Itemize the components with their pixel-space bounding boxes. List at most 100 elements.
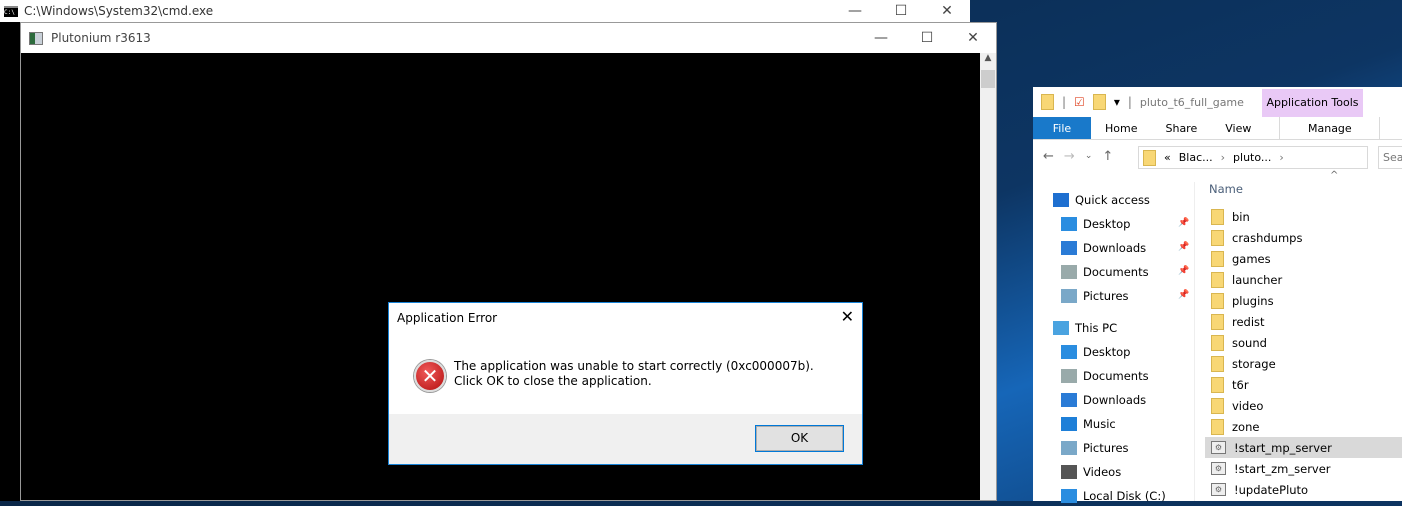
column-header-name[interactable]: Name — [1209, 182, 1243, 196]
file-list[interactable]: ^ Name bin crashdumps games launcher plugins… — [1205, 170, 1402, 501]
breadcrumb-separator-icon: › — [1220, 151, 1226, 164]
nav-item-documents[interactable]: Documents — [1061, 366, 1149, 386]
address-bar[interactable]: « Blac... › pluto... › ⌄ ↻ — [1138, 146, 1368, 169]
minimize-button[interactable]: — — [832, 3, 878, 19]
up-arrow-icon[interactable]: ↑ — [1102, 149, 1113, 164]
navigation-pane[interactable]: Quick access Desktop 📌 Downloads 📌 Documents 📌… — [1033, 182, 1195, 503]
file-name: storage — [1232, 356, 1276, 371]
tab-share[interactable]: Share — [1151, 117, 1211, 139]
nav-item-videos[interactable]: Videos — [1061, 462, 1121, 482]
dialog-close-button[interactable]: ✕ — [841, 307, 854, 326]
file-name: zone — [1232, 419, 1260, 434]
file-name: !updatePluto — [1234, 482, 1309, 497]
file-row[interactable]: sound — [1205, 332, 1402, 353]
nav-item-desktop[interactable]: Desktop — [1061, 214, 1130, 234]
music-icon — [1061, 417, 1077, 431]
nav-item-label: Downloads — [1083, 241, 1147, 255]
file-row[interactable]: ⚙ !updatePluto — [1205, 479, 1402, 500]
nav-item-desktop[interactable]: Desktop — [1061, 342, 1130, 362]
folder-icon — [1211, 250, 1224, 267]
dialog-title: Application Error — [397, 311, 498, 325]
minimize-button[interactable]: — — [858, 30, 904, 46]
plutonium-title-bar[interactable]: Plutonium r3613 — ☐ ✕ — [21, 23, 996, 53]
file-name: plugins — [1232, 293, 1274, 308]
application-tools-tab: Application Tools — [1262, 89, 1363, 117]
search-input[interactable]: Sea — [1378, 146, 1402, 169]
nav-item-label: Videos — [1083, 465, 1122, 479]
file-name: !start_zm_server — [1234, 461, 1331, 476]
nav-item-quick-access[interactable]: Quick access — [1053, 190, 1150, 210]
nav-item-local-disk-c[interactable]: Local Disk (C:) — [1061, 486, 1166, 506]
nav-item-this-pc[interactable]: This PC — [1053, 318, 1117, 338]
cmd-icon: C:\ — [4, 5, 18, 17]
properties-icon[interactable]: ☑ — [1074, 95, 1085, 109]
file-row[interactable]: plugins — [1205, 290, 1402, 311]
documents-icon — [1061, 265, 1077, 279]
maximize-button[interactable]: ☐ — [904, 30, 950, 46]
file-row[interactable]: ⚙ !start_mp_server — [1205, 437, 1402, 458]
close-button[interactable]: ✕ — [950, 30, 996, 46]
file-row[interactable]: bin — [1205, 206, 1402, 227]
nav-item-documents[interactable]: Documents — [1061, 262, 1149, 282]
nav-item-downloads[interactable]: Downloads — [1061, 390, 1146, 410]
file-row[interactable]: t6r — [1205, 374, 1402, 395]
nav-item-pictures[interactable]: Pictures — [1061, 286, 1129, 306]
file-row[interactable]: games — [1205, 248, 1402, 269]
file-explorer-window[interactable]: | ☑ ▾ | pluto_t6_full_game Application To… — [1033, 87, 1402, 503]
pin-icon[interactable]: 📌 — [1178, 218, 1189, 228]
ok-button[interactable]: OK — [755, 425, 844, 452]
pin-icon[interactable]: 📌 — [1178, 290, 1189, 300]
file-name: games — [1232, 251, 1271, 266]
tab-file[interactable]: File — [1033, 117, 1091, 139]
folder-icon — [1211, 355, 1224, 372]
new-folder-icon[interactable] — [1092, 94, 1106, 110]
tab-manage[interactable]: Manage — [1279, 117, 1381, 139]
file-row[interactable]: zone — [1205, 416, 1402, 437]
nav-item-label: Music — [1083, 417, 1116, 431]
file-row[interactable]: ⚙ !start_zm_server — [1205, 458, 1402, 479]
cmd-title-bar[interactable]: C:\ C:\Windows\System32\cmd.exe — ☐ ✕ — [0, 0, 970, 22]
back-arrow-icon[interactable]: ← — [1043, 149, 1054, 164]
file-row[interactable]: storage — [1205, 353, 1402, 374]
breadcrumb-overflow[interactable]: « — [1164, 151, 1171, 164]
desktop-icon — [1061, 345, 1077, 359]
nav-item-label: This PC — [1075, 321, 1118, 335]
file-name: !start_mp_server — [1234, 440, 1332, 455]
file-row[interactable]: video — [1205, 395, 1402, 416]
breadcrumb-separator-icon: › — [1279, 151, 1284, 164]
star-icon — [1053, 193, 1069, 207]
close-button[interactable]: ✕ — [924, 3, 970, 19]
videos-icon — [1061, 465, 1077, 479]
tab-view[interactable]: View — [1211, 117, 1265, 139]
nav-item-pictures[interactable]: Pictures — [1061, 438, 1129, 458]
pin-icon[interactable]: 📌 — [1178, 242, 1189, 252]
batch-file-icon: ⚙ — [1211, 483, 1226, 496]
nav-item-downloads[interactable]: Downloads — [1061, 238, 1146, 258]
nav-item-label: Desktop — [1083, 345, 1131, 359]
file-row[interactable]: redist — [1205, 311, 1402, 332]
nav-item-music[interactable]: Music — [1061, 414, 1116, 434]
breadcrumb-item[interactable]: pluto... — [1233, 151, 1271, 164]
scroll-up-arrow-icon[interactable]: ▲ — [980, 53, 996, 70]
folder-icon — [1211, 334, 1224, 351]
tab-home[interactable]: Home — [1091, 117, 1151, 139]
dialog-message: The application was unable to start corr… — [454, 359, 814, 388]
vertical-scrollbar[interactable]: ▲ — [980, 53, 996, 500]
computer-icon — [1053, 321, 1069, 335]
customize-toolbar-icon[interactable]: ▾ — [1114, 95, 1120, 109]
error-icon: ✕ — [414, 360, 446, 392]
download-icon — [1061, 393, 1077, 407]
file-name: launcher — [1232, 272, 1283, 287]
file-row[interactable]: crashdumps — [1205, 227, 1402, 248]
plutonium-icon — [29, 31, 43, 45]
scroll-thumb[interactable] — [981, 70, 995, 88]
file-row[interactable]: launcher — [1205, 269, 1402, 290]
folder-icon[interactable] — [1041, 94, 1054, 110]
recent-locations-chevron-icon[interactable]: ⌄ — [1085, 151, 1093, 161]
pin-icon[interactable]: 📌 — [1178, 266, 1189, 276]
forward-arrow-icon[interactable]: → — [1064, 149, 1075, 164]
folder-icon — [1143, 149, 1156, 166]
breadcrumb-item[interactable]: Blac... — [1179, 151, 1213, 164]
file-name: sound — [1232, 335, 1267, 350]
maximize-button[interactable]: ☐ — [878, 3, 924, 19]
